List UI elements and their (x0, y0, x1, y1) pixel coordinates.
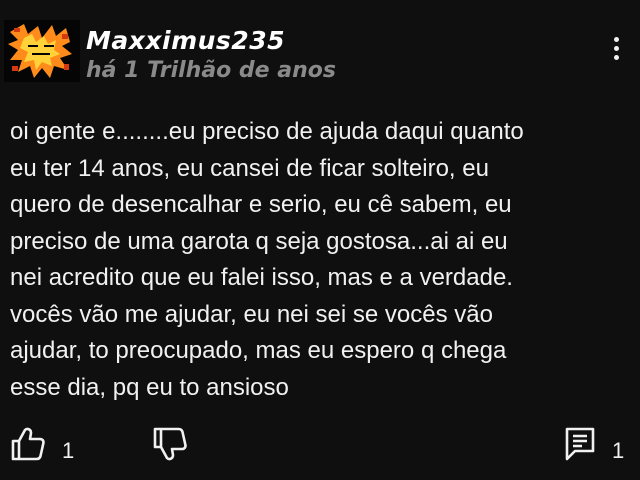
thumbs-up-icon (11, 427, 45, 461)
comment-timestamp[interactable]: há 1 Trilhão de anos (86, 58, 336, 83)
comment-line: quero de desencalhar e serio, eu cê sabe… (10, 191, 512, 218)
more-options-button[interactable] (604, 30, 628, 66)
thumbs-down-icon (153, 427, 187, 461)
comment-line: ajudar, to preocupado, mas eu espero q c… (10, 337, 507, 364)
flame-avatar-icon (4, 20, 80, 82)
comment-line: preciso de uma garota q seja gostosa...a… (10, 227, 508, 255)
comment-line: nei acredito que eu falei isso, mas e a … (10, 264, 513, 291)
author-name[interactable]: Maxximus235 (86, 26, 285, 55)
reply-comment-icon (565, 427, 595, 461)
dislike-button[interactable] (152, 426, 188, 462)
comment-line: esse dia, pq eu to ansioso (10, 373, 289, 401)
vertical-dots-icon (613, 36, 619, 42)
comment-line: vocês vão me ajudar, eu nei sei se vocês… (10, 300, 493, 328)
avatar[interactable] (4, 20, 80, 82)
comment-line: eu ter 14 anos, eu cansei de ficar solte… (10, 154, 489, 182)
like-button[interactable]: 1 (10, 426, 74, 463)
reply-button[interactable]: 1 (564, 426, 624, 463)
reply-count: 1 (612, 438, 625, 463)
like-count: 1 (62, 438, 75, 463)
comment-body: oi gente e........eu preciso de ajuda da… (10, 114, 632, 406)
comment-card: Maxximus235 há 1 Trilhão de anos oi gent… (0, 0, 640, 480)
comment-line: oi gente e........eu preciso de ajuda da… (10, 118, 524, 145)
